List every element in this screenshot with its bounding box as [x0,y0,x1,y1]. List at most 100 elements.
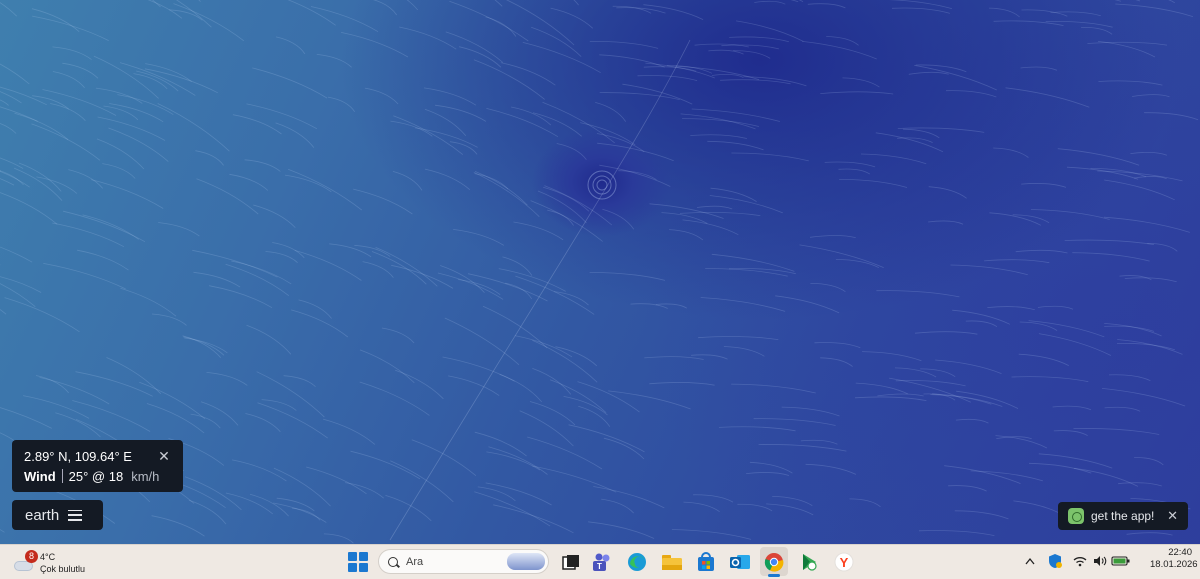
wind-streak [294,250,362,281]
wind-streak [36,176,78,194]
wind-streak [698,336,779,340]
wind-streak [781,406,840,417]
wind-value: 25° @ 18 [68,468,124,484]
wind-streak [514,335,573,358]
security-shield-icon[interactable] [1048,551,1062,571]
wind-streak [488,446,548,475]
wind-streak [599,92,680,100]
wind-streak [151,313,187,326]
wind-streak [1050,11,1101,17]
close-icon[interactable]: ✕ [1167,508,1178,524]
wind-streak [252,67,328,99]
weather-condition: Çok bulutlu [40,564,86,574]
wind-streak [0,63,30,85]
wind-unit[interactable]: km/h [131,469,159,484]
file-explorer-icon[interactable] [661,551,683,573]
outlook-icon[interactable] [729,551,751,573]
wind-streak [1053,430,1088,436]
wind-streak [1038,333,1112,356]
wind-streak [1013,500,1065,517]
wind-streak [860,153,927,165]
wind-streak [399,26,457,50]
wind-streak [680,113,756,130]
wind-streak [1005,87,1090,108]
wind-streak [1104,323,1162,337]
wind-streak [835,259,880,269]
wind-streak [563,396,608,416]
battery-icon[interactable] [1111,551,1131,571]
task-view-icon[interactable] [560,551,582,573]
wind-streak [158,222,200,237]
wind-streak [1114,0,1122,2]
chevron-up-icon[interactable] [1025,551,1035,571]
wind-streak [0,276,42,293]
wind-streak [693,494,734,503]
wind-streak [800,439,838,445]
wind-streak [875,132,944,153]
weather-widget[interactable]: 8 4°C Çok bulutlu [12,548,85,578]
wind-streak [824,161,876,168]
start-button-windows-icon[interactable] [348,552,368,572]
wind-streak [253,204,296,228]
overlay-label[interactable]: Wind [24,469,56,484]
wind-streak [77,249,129,271]
wind-streak [544,185,613,226]
wind-streak [0,86,47,106]
wind-streak [50,103,86,121]
wind-streak [1073,428,1160,435]
earth-menu-button[interactable]: earth [12,500,103,530]
wifi-icon[interactable] [1073,551,1087,571]
wind-streak [746,472,790,476]
wind-streak [1057,148,1140,166]
wind-streak [359,381,430,416]
wind-streak [984,259,1050,264]
wind-streak [948,485,987,492]
close-icon[interactable]: ✕ [157,448,171,465]
wind-streak [273,467,331,507]
wind-streak [411,439,477,477]
wind-streak [200,401,239,426]
wind-streak [0,106,38,122]
wind-streak [928,186,967,199]
wind-streak [965,320,998,328]
store-icon[interactable] [695,551,717,573]
wind-streak [449,0,529,42]
wind-streak [532,368,572,395]
play-games-icon[interactable] [798,551,820,573]
taskbar-search-box[interactable]: Ara [378,549,549,574]
wind-streak [151,515,205,537]
wind-streak [542,101,615,144]
chrome-icon[interactable] [763,551,785,573]
wind-streak [1037,305,1074,310]
wind-streak [395,369,444,400]
wind-streak [390,460,454,503]
yandex-icon[interactable]: Y [833,551,855,573]
location-coordinates: 2.89° N, 109.64° E [24,448,132,464]
system-clock[interactable]: 22:40 18.01.2026 [1150,547,1198,571]
wind-streak [437,272,504,300]
wind-streak [103,105,139,121]
wind-streak [0,123,17,134]
wind-streak [589,272,666,281]
wind-streak [950,264,1028,276]
wind-streak [993,147,1029,158]
wind-streak [1104,406,1141,412]
wind-streak [602,208,635,230]
wind-streak [696,205,733,210]
speaker-icon[interactable] [1093,551,1107,571]
wind-streak [1030,209,1110,220]
edge-icon[interactable] [626,551,648,573]
wind-streak [0,407,52,429]
wind-streak [723,346,765,357]
wind-streak [485,482,552,506]
get-app-link[interactable]: get the app! [1091,509,1167,523]
wind-streak [273,502,327,523]
wind-streak [923,393,956,401]
wind-streak [31,8,80,33]
wind-streak [862,351,922,362]
wind-streak [902,128,940,139]
wind-streak [0,529,5,533]
wind-streak [1097,41,1156,58]
wind-streak [1090,168,1147,178]
teams-icon[interactable]: T [591,551,613,573]
